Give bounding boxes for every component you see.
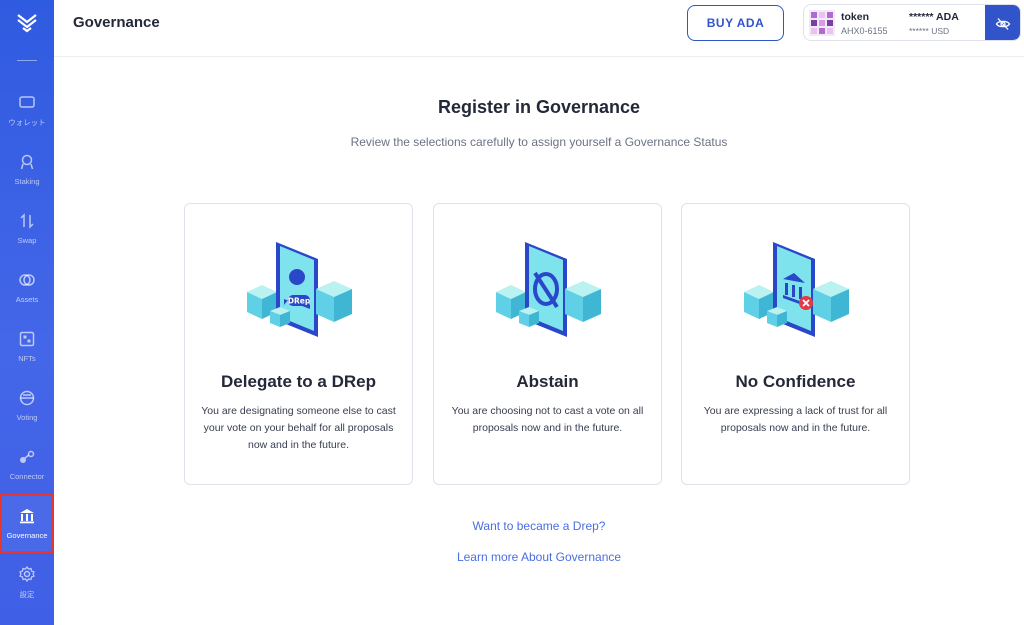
swap-icon xyxy=(20,213,34,229)
sidebar-item-label: 設定 xyxy=(19,590,35,599)
page-title: Governance xyxy=(73,14,160,31)
hide-balance-button[interactable] xyxy=(985,5,1020,40)
register-subtitle: Review the selections carefully to assig… xyxy=(350,135,728,149)
card-description: You are designating someone else to cast… xyxy=(201,405,396,451)
card-title: Abstain xyxy=(516,372,579,391)
delegate-drep-card[interactable]: DRep Delegate to a DRep You are designat… xyxy=(184,203,413,485)
top-header: Governance BUY ADA token AHX0-6155 *****… xyxy=(54,0,1024,57)
wallet-selector[interactable]: token AHX0-6155 ****** ADA ****** USD xyxy=(803,4,1021,41)
wallet-id: AHX0-6155 xyxy=(841,26,888,36)
sidebar-item-assets[interactable]: Assets xyxy=(0,258,54,317)
connector-icon xyxy=(20,450,35,463)
card-title: No Confidence xyxy=(735,372,856,391)
sidebar-item-label: Governance xyxy=(6,531,48,540)
sidebar-item-label: ウォレット xyxy=(8,118,46,127)
settings-icon xyxy=(19,565,35,583)
no-confidence-illustration-icon xyxy=(744,242,849,337)
register-title: Register in Governance xyxy=(437,97,641,117)
delegate-drep-illustration-icon: DRep xyxy=(247,242,352,337)
sidebar-item-label: NFTs xyxy=(18,354,36,363)
wallet-balance: ****** ADA xyxy=(909,11,959,23)
staking-icon xyxy=(20,154,34,170)
governance-icon xyxy=(20,509,34,524)
sidebar-item-voting[interactable]: Voting xyxy=(0,376,54,435)
sidebar-item-nfts[interactable]: NFTs xyxy=(0,317,54,376)
wallet-name: token xyxy=(841,11,870,23)
wallet-usd-balance: ****** USD xyxy=(909,26,950,36)
drep-badge: DRep xyxy=(288,297,311,306)
card-description: You are expressing a lack of trust for a… xyxy=(703,405,888,434)
yoroi-logo-icon[interactable] xyxy=(14,10,40,36)
abstain-card[interactable]: Abstain You are choosing not to cast a v… xyxy=(433,203,662,485)
sidebar-nav: ウォレット Staking Swap Assets NFTs Voting Co… xyxy=(0,81,54,612)
become-drep-link[interactable]: Want to became a Drep? xyxy=(54,519,1024,533)
sidebar-item-wallet[interactable]: ウォレット xyxy=(0,81,54,140)
sidebar-item-label: Staking xyxy=(14,177,40,186)
card-title: Delegate to a DRep xyxy=(221,372,376,391)
sidebar-item-swap[interactable]: Swap xyxy=(0,199,54,258)
nft-icon xyxy=(19,331,35,347)
sidebar-item-label: Connector xyxy=(9,472,45,481)
wallet-avatar xyxy=(809,10,835,36)
sidebar-item-label: Voting xyxy=(16,413,38,422)
buy-ada-button[interactable]: BUY ADA xyxy=(687,5,784,41)
assets-icon xyxy=(19,274,35,286)
sidebar-item-connector[interactable]: Connector xyxy=(0,435,54,494)
eye-off-icon xyxy=(995,17,1010,30)
sidebar-item-settings[interactable]: 設定 xyxy=(0,553,54,612)
abstain-illustration-icon xyxy=(496,242,601,337)
no-confidence-card[interactable]: No Confidence You are expressing a lack … xyxy=(681,203,910,485)
sidebar-divider xyxy=(17,60,37,61)
sidebar-item-label: Assets xyxy=(15,295,39,304)
sidebar: ウォレット Staking Swap Assets NFTs Voting Co… xyxy=(0,0,54,625)
wallet-icon xyxy=(19,96,35,108)
sidebar-item-label: Swap xyxy=(17,236,37,245)
sidebar-item-staking[interactable]: Staking xyxy=(0,140,54,199)
sidebar-item-governance[interactable]: Governance xyxy=(0,494,54,553)
card-description: You are choosing not to cast a vote on a… xyxy=(451,405,644,434)
learn-more-governance-link[interactable]: Learn more About Governance xyxy=(54,550,1024,564)
voting-icon xyxy=(19,390,35,406)
